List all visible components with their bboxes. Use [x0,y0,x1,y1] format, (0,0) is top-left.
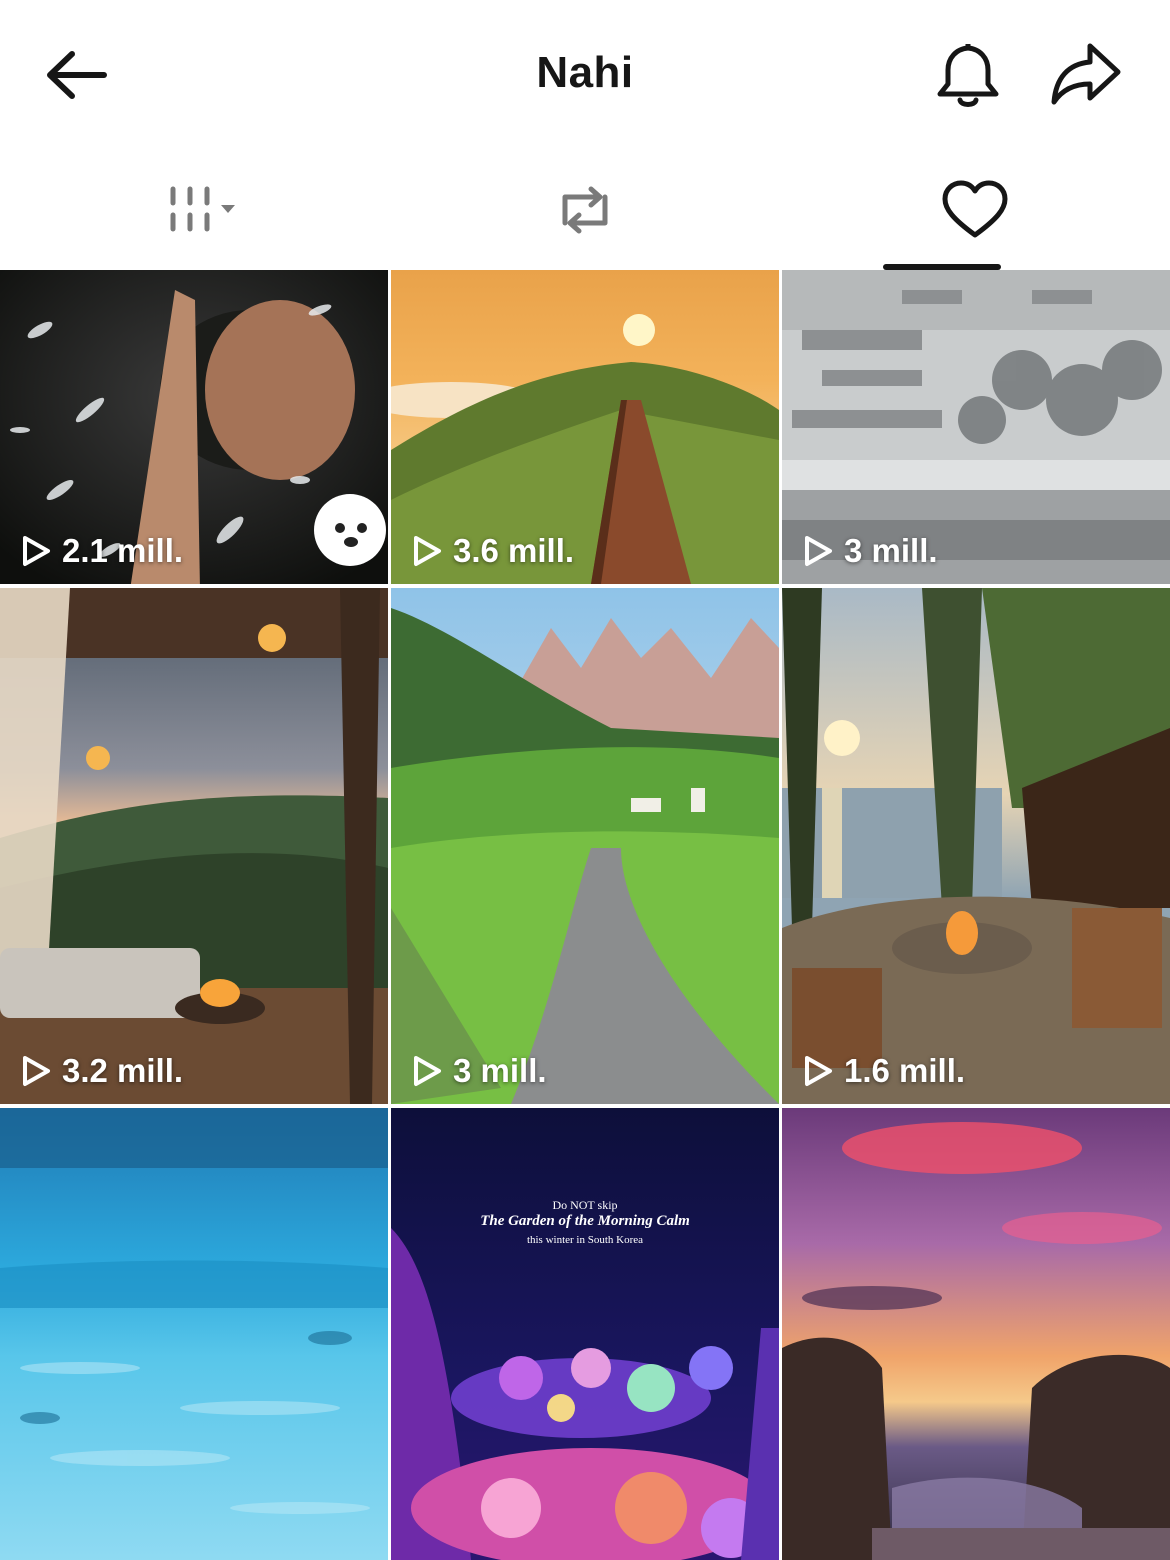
notifications-button[interactable] [930,36,1006,112]
view-count: 3 mill. [802,532,938,570]
thumbnail-image [0,1108,388,1560]
thumbnail-image [391,1108,779,1560]
overlay-text-line-2: The Garden of the Morning Calm [480,1213,690,1229]
view-count: 3.6 mill. [411,532,574,570]
view-count-label: 1.6 mill. [844,1052,966,1089]
video-thumbnail[interactable]: 3.6 mill. [391,270,779,584]
view-count-label: 3.2 mill. [62,1052,184,1089]
overlay-text-line-3: this winter in South Korea [526,1234,644,1246]
video-thumbnail[interactable]: 2.1 mill. [0,270,388,584]
view-count-label: 3 mill. [453,1052,547,1089]
video-grid: 2.1 mill. 3.6 mill. 3 mill. 3.2 mill. 3 … [0,270,1170,1560]
share-arrow-icon [1051,43,1121,105]
top-bar: Nahi [0,0,1170,150]
dropdown-caret-icon [221,205,235,213]
video-thumbnail[interactable]: 3.2 mill. [0,588,388,1104]
tab-reposts[interactable] [390,150,780,270]
view-count-label: 3 mill. [844,532,938,569]
video-thumbnail[interactable]: Do NOT skip The Garden of the Morning Ca… [391,1108,779,1560]
grid-columns-icon [170,186,235,232]
thumbnail-image [391,588,779,1104]
tab-videos[interactable] [0,150,390,270]
video-thumbnail[interactable]: 3 mill. [391,588,779,1104]
play-icon [414,1056,441,1086]
view-count: 2.1 mill. [20,532,183,570]
view-count: 3 mill. [411,1052,547,1090]
play-icon [23,536,50,566]
video-thumbnail[interactable]: 1.6 mill. [782,588,1170,1104]
play-icon [414,536,441,566]
play-icon [805,1056,832,1086]
video-thumbnail[interactable]: 3 mill. [782,270,1170,584]
view-count-label: 2.1 mill. [62,532,184,569]
repost-icon [562,186,608,234]
thumbnail-image [0,588,388,1104]
share-button[interactable] [1046,36,1126,112]
profile-tabs [0,150,1170,270]
thumbnail-image [782,1108,1170,1560]
bell-icon [937,43,999,107]
play-icon [23,1056,50,1086]
view-count: 3.2 mill. [20,1052,183,1090]
heart-icon [942,180,1008,238]
tab-liked[interactable] [780,150,1170,270]
video-thumbnail[interactable] [0,1108,388,1560]
play-icon [805,536,832,566]
view-count-label: 3.6 mill. [453,532,575,569]
thumbnail-image [782,588,1170,1104]
overlay-text-line-1: Do NOT skip [552,1198,618,1212]
video-thumbnail[interactable] [782,1108,1170,1560]
view-count: 1.6 mill. [802,1052,965,1090]
